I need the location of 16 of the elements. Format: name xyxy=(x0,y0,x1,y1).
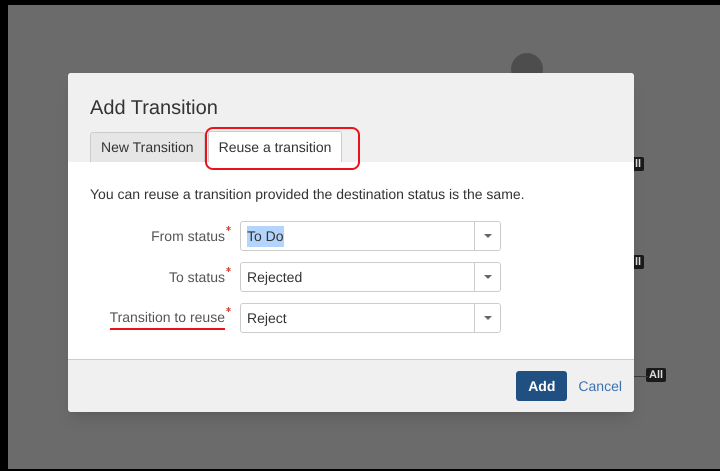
field-label: Transition to reuse xyxy=(110,306,225,330)
description-text: You can reuse a transition provided the destination status is the same. xyxy=(89,185,526,204)
tab[interactable]: Reuse a transition xyxy=(208,131,342,162)
select-field[interactable]: Reject xyxy=(240,303,501,333)
field-label: To status xyxy=(168,268,225,286)
select-field[interactable]: Rejected xyxy=(240,262,501,292)
dropdown-icon xyxy=(484,275,492,279)
dropdown-icon xyxy=(484,316,492,320)
dialog-title: Add Transition xyxy=(89,96,219,121)
tab[interactable]: New Transition xyxy=(90,132,205,162)
add-button[interactable]: Add xyxy=(516,371,568,401)
field-label: From status xyxy=(151,226,225,246)
dropdown-icon xyxy=(484,234,492,238)
select-field[interactable]: To Do xyxy=(240,221,501,251)
all-badge: All xyxy=(646,368,666,382)
cancel-link[interactable]: Cancel xyxy=(578,376,622,396)
